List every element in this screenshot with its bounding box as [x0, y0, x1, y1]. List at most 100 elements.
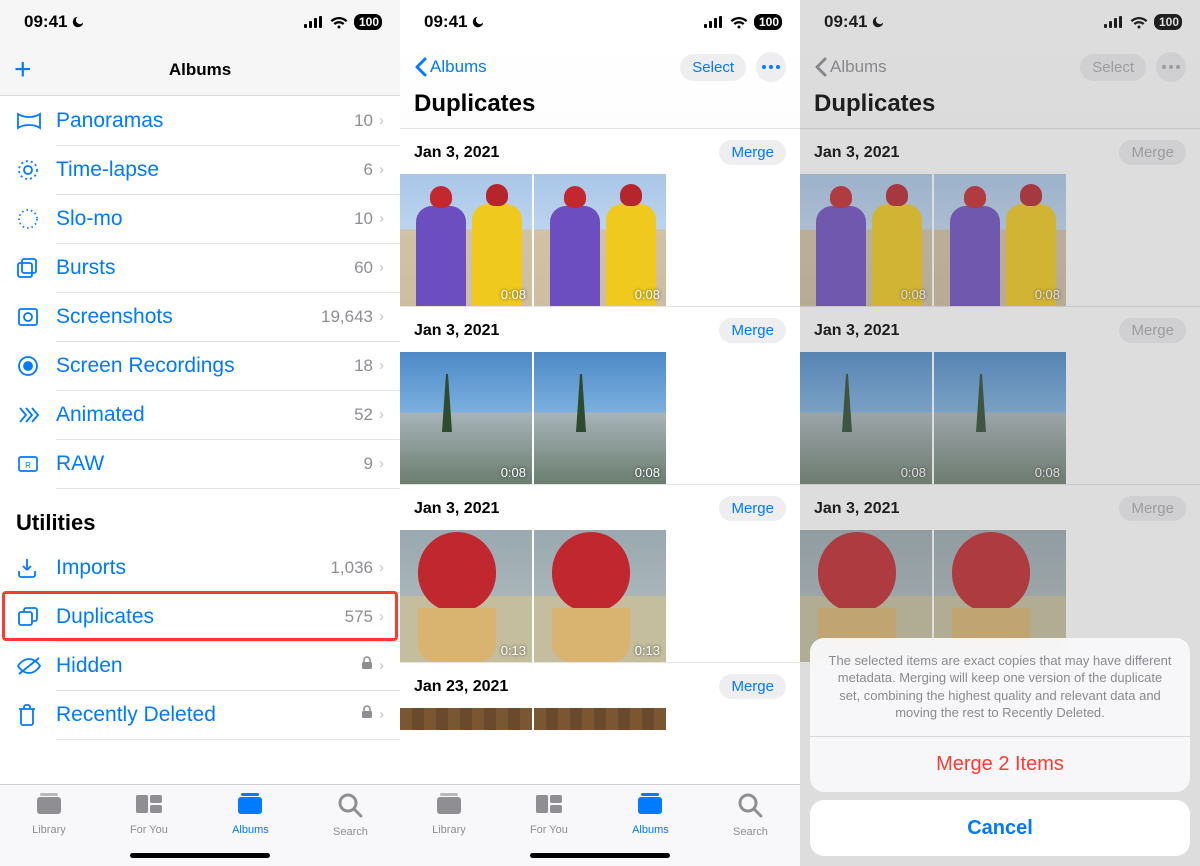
- row-label: Time-lapse: [56, 158, 364, 182]
- status-time: 09:41: [424, 12, 467, 32]
- thumbnail-row: 0:08 0:08: [800, 174, 1200, 306]
- utility-row-trash[interactable]: Recently Deleted›: [0, 690, 400, 739]
- duration-label: 0:13: [635, 643, 660, 658]
- tab-library[interactable]: Library: [32, 791, 66, 866]
- animated-icon: [16, 404, 56, 426]
- row-label: Duplicates: [56, 605, 345, 629]
- tab-icon: [134, 791, 164, 822]
- cancel-button[interactable]: Cancel: [810, 800, 1190, 856]
- tab-bar: LibraryFor YouAlbumsSearch: [400, 784, 800, 866]
- status-bar: 09:41 100: [800, 0, 1200, 44]
- duration-label: 0:08: [501, 287, 526, 302]
- thumbnail[interactable]: 0:08: [800, 352, 932, 484]
- group-date: Jan 3, 2021: [414, 500, 499, 518]
- tab-search[interactable]: Search: [333, 791, 368, 866]
- thumbnail[interactable]: [534, 708, 666, 730]
- add-button[interactable]: +: [14, 53, 32, 87]
- album-row-animated[interactable]: Animated52›: [0, 390, 400, 439]
- thumbnail[interactable]: [400, 708, 532, 730]
- ellipsis-icon: [1162, 65, 1180, 69]
- action-sheet-message: The selected items are exact copies that…: [810, 638, 1190, 736]
- tab-label: For You: [530, 824, 568, 836]
- duration-label: 0:08: [901, 287, 926, 302]
- duplicates-icon: [16, 606, 56, 628]
- page-title: Duplicates: [414, 90, 786, 118]
- merge-items-button[interactable]: Merge 2 Items: [810, 736, 1190, 792]
- row-label: Screen Recordings: [56, 354, 354, 378]
- chevron-right-icon: ›: [379, 706, 384, 723]
- wifi-icon: [1130, 16, 1148, 29]
- duration-label: 0:08: [1035, 287, 1060, 302]
- group-date: Jan 3, 2021: [414, 322, 499, 340]
- thumbnail[interactable]: 0:08: [800, 174, 932, 306]
- chevron-right-icon: ›: [379, 455, 384, 472]
- merge-button: Merge: [1119, 140, 1186, 165]
- album-row-timelapse[interactable]: Time-lapse6›: [0, 145, 400, 194]
- select-button[interactable]: Select: [680, 54, 746, 81]
- duplicate-group: Jan 3, 2021Merge0:080:08: [800, 128, 1200, 306]
- back-button: Albums: [814, 57, 887, 77]
- row-label: Hidden: [56, 654, 361, 678]
- row-count: 60: [354, 258, 373, 278]
- thumbnail[interactable]: 0:08: [934, 352, 1066, 484]
- chevron-right-icon: ›: [379, 406, 384, 423]
- group-date: Jan 3, 2021: [814, 322, 899, 340]
- tab-icon: [336, 791, 364, 824]
- utility-row-hidden[interactable]: Hidden›: [0, 641, 400, 690]
- thumbnail-row: 0:13 0:13: [400, 530, 800, 662]
- thumbnail[interactable]: 0:13: [400, 530, 532, 662]
- album-row-screenrec[interactable]: Screen Recordings18›: [0, 341, 400, 390]
- utility-row-duplicates[interactable]: Duplicates575›: [0, 592, 400, 641]
- more-button[interactable]: [756, 52, 786, 82]
- album-row-bursts[interactable]: Bursts60›: [0, 243, 400, 292]
- album-row-raw[interactable]: RRAW9›: [0, 439, 400, 488]
- merge-button[interactable]: Merge: [719, 496, 786, 521]
- signal-icon: [704, 16, 724, 28]
- duplicate-group: Jan 3, 2021Merge0:080:08: [800, 306, 1200, 484]
- thumbnail-row: [400, 708, 800, 730]
- chevron-right-icon: ›: [379, 608, 384, 625]
- screenrec-icon: [16, 354, 56, 378]
- thumbnail[interactable]: 0:08: [534, 174, 666, 306]
- back-button[interactable]: Albums: [414, 57, 487, 77]
- duplicate-group: Jan 3, 2021Merge0:080:08: [400, 128, 800, 306]
- utility-row-imports[interactable]: Imports1,036›: [0, 543, 400, 592]
- lock-icon: [361, 656, 373, 675]
- nav-bar: + Albums: [0, 44, 400, 96]
- thumbnail[interactable]: 0:08: [934, 174, 1066, 306]
- imports-icon: [16, 557, 56, 579]
- screen-merge-confirm: 09:41 100 Albums Select: [800, 0, 1200, 866]
- tab-library[interactable]: Library: [432, 791, 466, 866]
- merge-button[interactable]: Merge: [719, 318, 786, 343]
- thumbnail[interactable]: 0:08: [400, 352, 532, 484]
- section-utilities-header: Utilities: [0, 488, 400, 543]
- row-count: 52: [354, 405, 373, 425]
- action-sheet: The selected items are exact copies that…: [810, 638, 1190, 856]
- row-count: 9: [364, 454, 373, 474]
- thumbnail-row: 0:08 0:08: [400, 174, 800, 306]
- album-row-panorama[interactable]: Panoramas10›: [0, 96, 400, 145]
- thumbnail[interactable]: 0:08: [534, 352, 666, 484]
- album-row-slomo[interactable]: Slo-mo10›: [0, 194, 400, 243]
- duplicate-group: Jan 23, 2021 Merge: [400, 662, 800, 730]
- status-time: 09:41: [824, 12, 867, 32]
- moon-icon: [871, 15, 885, 29]
- thumbnail[interactable]: 0:08: [400, 174, 532, 306]
- row-count: 6: [364, 160, 373, 180]
- slomo-icon: [16, 207, 56, 231]
- moon-icon: [471, 15, 485, 29]
- album-row-screenshots[interactable]: Screenshots19,643›: [0, 292, 400, 341]
- group-date: Jan 23, 2021: [414, 678, 508, 696]
- wifi-icon: [330, 16, 348, 29]
- screen-duplicates: 09:41 100 Albums Select Duplicates Jan 3…: [400, 0, 800, 866]
- chevron-right-icon: ›: [379, 210, 384, 227]
- tab-search[interactable]: Search: [733, 791, 768, 866]
- thumbnail[interactable]: 0:13: [534, 530, 666, 662]
- album-type-list: Panoramas10›Time-lapse6›Slo-mo10›Bursts6…: [0, 96, 400, 488]
- page-title: Albums: [169, 60, 231, 80]
- row-count: 10: [354, 209, 373, 229]
- merge-button[interactable]: Merge: [719, 140, 786, 165]
- merge-button[interactable]: Merge: [719, 674, 786, 699]
- duration-label: 0:08: [501, 465, 526, 480]
- timelapse-icon: [16, 158, 56, 182]
